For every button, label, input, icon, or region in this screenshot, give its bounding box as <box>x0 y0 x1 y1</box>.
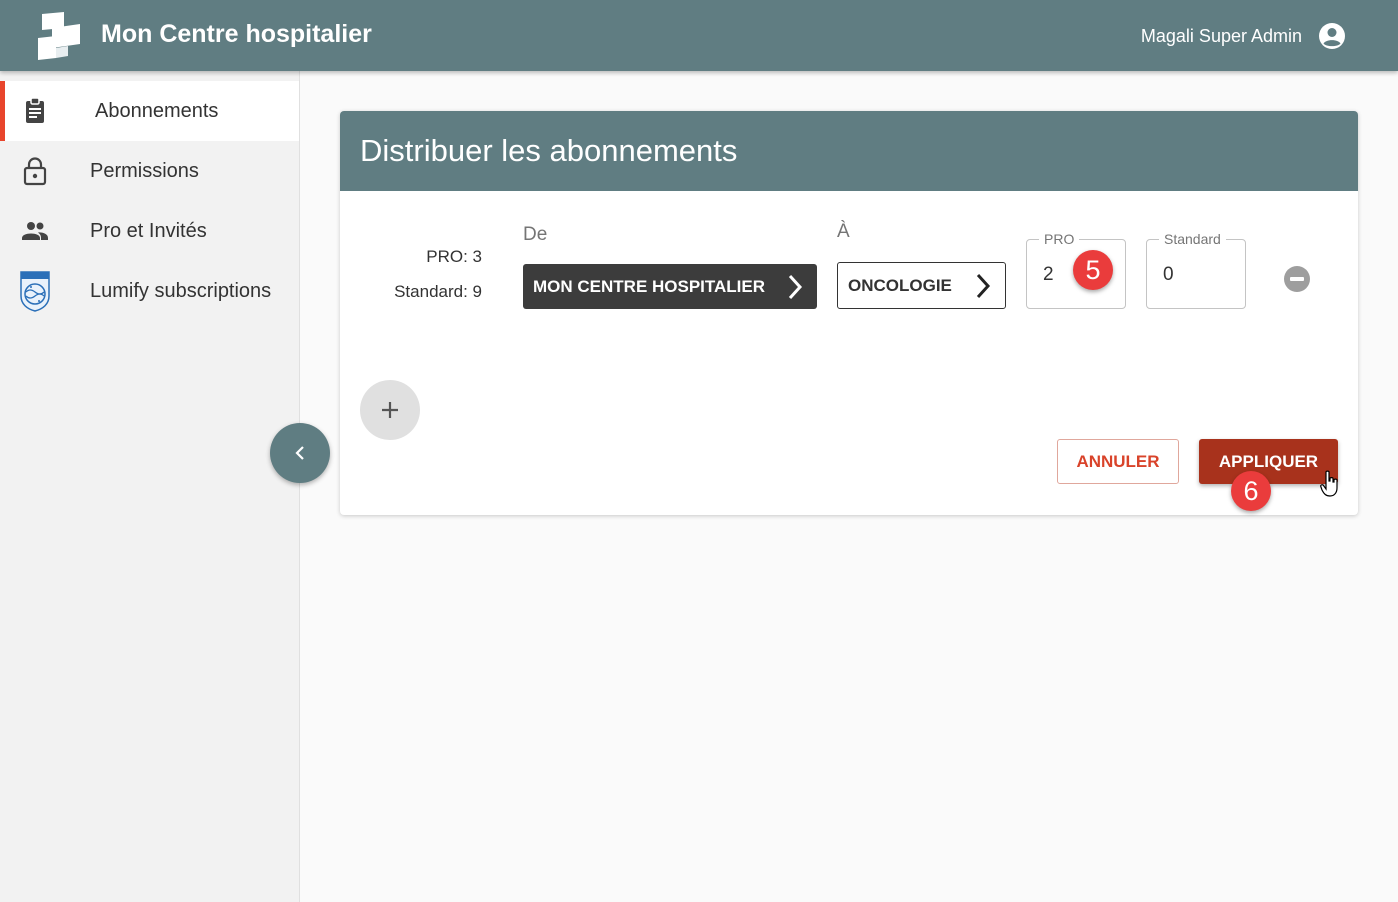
account-circle-icon[interactable] <box>1318 22 1346 50</box>
sidebar: Abonnements Permissions Pro et Invités L… <box>0 71 300 902</box>
available-standard: Standard: 9 <box>394 282 482 301</box>
sidebar-item-label: Pro et Invités <box>90 220 207 242</box>
sidebar-item-pro-invites[interactable]: Pro et Invités <box>0 201 299 261</box>
app-title: Mon Centre hospitalier <box>101 20 372 48</box>
user-name[interactable]: Magali Super Admin <box>1141 26 1302 47</box>
philips-logo <box>20 271 50 312</box>
sidebar-item-abonnements[interactable]: Abonnements <box>0 81 299 141</box>
app-bar: Mon Centre hospitalier Magali Super Admi… <box>0 0 1398 71</box>
remove-circle-icon[interactable] <box>1284 266 1310 292</box>
sidebar-item-lumify[interactable]: Lumify subscriptions <box>0 261 299 321</box>
distribute-card: Distribuer les abonnements PRO: 3 Standa… <box>340 111 1358 515</box>
from-value: MON CENTRE HOSPITALIER <box>533 277 766 296</box>
sidebar-item-label: Lumify subscriptions <box>90 280 272 302</box>
cancel-label: ANNULER <box>1076 452 1160 471</box>
add-row-button[interactable] <box>360 380 420 440</box>
available-pro: PRO: 3 <box>426 247 482 266</box>
plus-icon <box>382 402 398 418</box>
apply-label: APPLIQUER <box>1218 452 1319 471</box>
cancel-button[interactable]: ANNULER <box>1057 439 1179 484</box>
from-label: De <box>523 224 548 245</box>
to-value: ONCOLOGIE <box>848 276 952 295</box>
standard-quantity-field: Standard <box>1146 231 1246 309</box>
standard-quantity-input[interactable] <box>1163 264 1233 286</box>
pro-field-label: PRO <box>1039 231 1080 247</box>
card-header: Distribuer les abonnements <box>340 111 1358 191</box>
to-select-button[interactable]: ONCOLOGIE <box>837 262 1006 309</box>
standard-field-label: Standard <box>1159 231 1226 247</box>
lock-icon <box>23 157 47 186</box>
hospital-logo <box>38 12 80 60</box>
apply-button[interactable]: APPLIQUER <box>1199 439 1338 484</box>
sidebar-item-label: Abonnements <box>95 100 219 122</box>
from-select-button[interactable]: MON CENTRE HOSPITALIER <box>523 264 817 309</box>
hand-cursor-icon <box>1320 470 1338 497</box>
sidebar-item-permissions[interactable]: Permissions <box>0 141 299 201</box>
people-icon <box>22 222 48 240</box>
step-badge-6: 6 <box>1231 471 1271 511</box>
sidebar-item-label: Permissions <box>90 160 199 182</box>
clipboard-icon <box>26 97 44 123</box>
collapse-sidebar-button[interactable] <box>270 423 330 483</box>
chevron-right-icon <box>976 273 991 299</box>
to-label: À <box>837 221 850 242</box>
chevron-left-icon <box>295 446 304 460</box>
chevron-right-icon <box>788 274 803 300</box>
step-badge-5: 5 <box>1073 250 1113 290</box>
card-title: Distribuer les abonnements <box>360 133 738 168</box>
